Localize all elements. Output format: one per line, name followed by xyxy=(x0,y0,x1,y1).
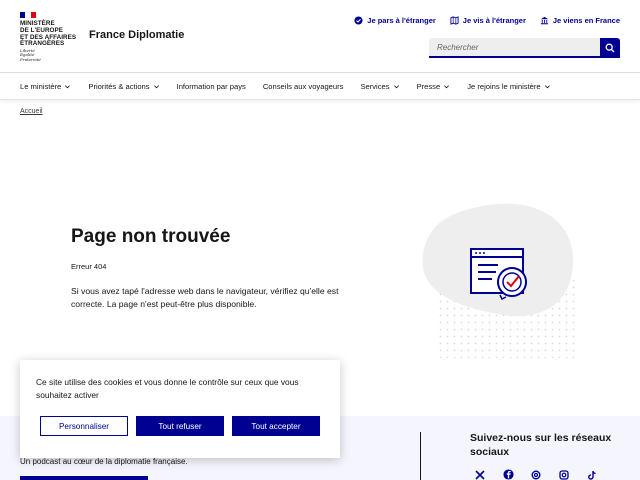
ministry-logo-text[interactable]: MINISTÈRE DE L'EUROPE ET DES AFFAIRES ÉT… xyxy=(20,20,80,48)
chevron-down-icon xyxy=(393,84,399,88)
cookie-consent-banner: Ce site utilise des cookies et vous donn… xyxy=(20,360,340,458)
quicklink-depart[interactable]: Je pars à l'étranger xyxy=(354,16,436,25)
marianne-flag-icon xyxy=(20,12,36,18)
chevron-down-icon xyxy=(544,84,550,88)
quicklink-come-france[interactable]: Je viens en France xyxy=(540,16,620,25)
main-navigation: Le ministère Priorités & actions Informa… xyxy=(0,72,640,100)
x-icon[interactable] xyxy=(474,469,486,480)
breadcrumb-home[interactable]: Accueil xyxy=(20,108,43,115)
podcast-button[interactable] xyxy=(20,476,148,480)
podcast-text: Un podcast au cœur de la diplomatie fran… xyxy=(20,457,188,466)
facebook-icon[interactable] xyxy=(502,469,514,480)
quicklink-label: Je vis à l'étranger xyxy=(462,16,526,25)
customize-cookies-button[interactable]: Personnaliser xyxy=(40,416,128,436)
social-title: Suivez-nous sur les réseaux sociaux xyxy=(470,432,612,458)
instagram-icon[interactable] xyxy=(558,469,570,480)
quicklink-label: Je pars à l'étranger xyxy=(367,16,436,25)
nav-item-services[interactable]: Services xyxy=(360,82,399,91)
check-circle-icon xyxy=(354,16,363,25)
nav-item-priorites[interactable]: Priorités & actions xyxy=(88,82,159,91)
nav-item-rejoindre[interactable]: Je rejoins le ministère xyxy=(467,82,550,91)
quicklink-label: Je viens en France xyxy=(552,16,620,25)
search-icon xyxy=(605,43,615,53)
building-icon xyxy=(540,16,548,25)
tiktok-icon[interactable] xyxy=(586,469,598,480)
site-header: MINISTÈRE DE L'EUROPE ET DES AFFAIRES ÉT… xyxy=(0,0,640,72)
error-illustration-icon xyxy=(422,203,578,358)
search-button[interactable] xyxy=(600,38,620,58)
chevron-down-icon xyxy=(444,84,450,88)
social-links xyxy=(474,469,598,480)
threads-icon[interactable] xyxy=(530,469,542,480)
refuse-all-button[interactable]: Tout refuser xyxy=(136,416,224,436)
accept-all-button[interactable]: Tout accepter xyxy=(232,416,320,436)
page-title: Page non trouvée xyxy=(71,226,231,247)
nav-item-ministere[interactable]: Le ministère xyxy=(20,82,71,91)
chevron-down-icon xyxy=(153,84,159,88)
nav-item-conseils-voyageurs[interactable]: Conseils aux voyageurs xyxy=(263,82,344,91)
search-input[interactable] xyxy=(429,38,600,58)
search-bar xyxy=(429,38,620,58)
nav-item-presse[interactable]: Presse xyxy=(417,82,451,91)
footer-divider xyxy=(420,432,421,480)
chevron-down-icon xyxy=(65,84,71,88)
error-code: Erreur 404 xyxy=(71,262,107,271)
site-title[interactable]: France Diplomatie xyxy=(89,29,184,41)
cookie-text: Ce site utilise des cookies et vous donn… xyxy=(36,377,299,400)
nav-item-information-pays[interactable]: Information par pays xyxy=(177,82,246,91)
quick-access-links: Je pars à l'étranger Je vis à l'étranger… xyxy=(354,16,620,25)
map-icon xyxy=(450,16,459,25)
quicklink-live-abroad[interactable]: Je vis à l'étranger xyxy=(450,16,526,25)
error-description: Si vous avez tapé l'adresse web dans le … xyxy=(71,286,339,309)
republic-motto: Liberté Égalité Fraternité xyxy=(20,48,41,62)
